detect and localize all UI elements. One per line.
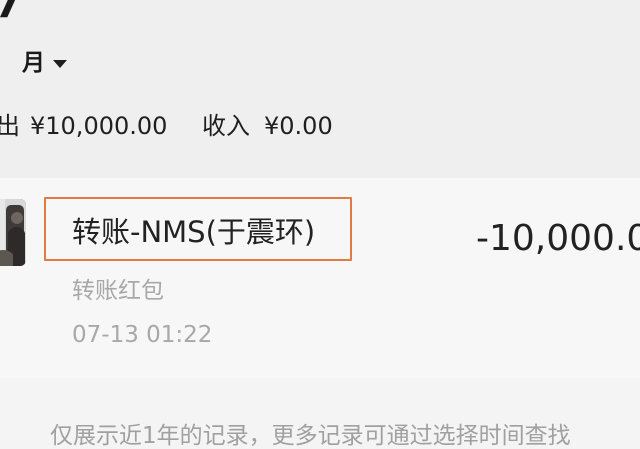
history-range-note: 仅展示近1年的记录，更多记录可通过选择时间查找 bbox=[50, 423, 571, 449]
month-selector[interactable]: 月 bbox=[22, 48, 67, 78]
income-label: 收入 bbox=[202, 112, 250, 140]
transaction-title: 转账-NMS(于震环) bbox=[72, 215, 316, 249]
avatar bbox=[0, 199, 26, 266]
month-label: 月 bbox=[22, 49, 45, 76]
expense-label: 出 bbox=[0, 112, 20, 140]
income-amount: ¥0.00 bbox=[264, 112, 333, 140]
month-number: 7 bbox=[0, 0, 22, 27]
transaction-time: 07-13 01:22 bbox=[72, 322, 213, 348]
monthly-summary: 出 ¥10,000.00 收入 ¥0.00 bbox=[0, 110, 640, 142]
bill-header: 7 月 出 ¥10,000.00 收入 ¥0.00 bbox=[0, 0, 640, 178]
expense-amount: ¥10,000.00 bbox=[30, 112, 168, 140]
transaction-amount: -10,000.0 bbox=[476, 218, 640, 259]
avatar-image bbox=[0, 199, 26, 266]
caret-down-icon bbox=[53, 59, 67, 68]
transaction-row[interactable]: 转账-NMS(于震环) -10,000.0 转账红包 07-13 01:22 bbox=[0, 178, 640, 378]
transaction-subtype: 转账红包 bbox=[72, 278, 164, 304]
